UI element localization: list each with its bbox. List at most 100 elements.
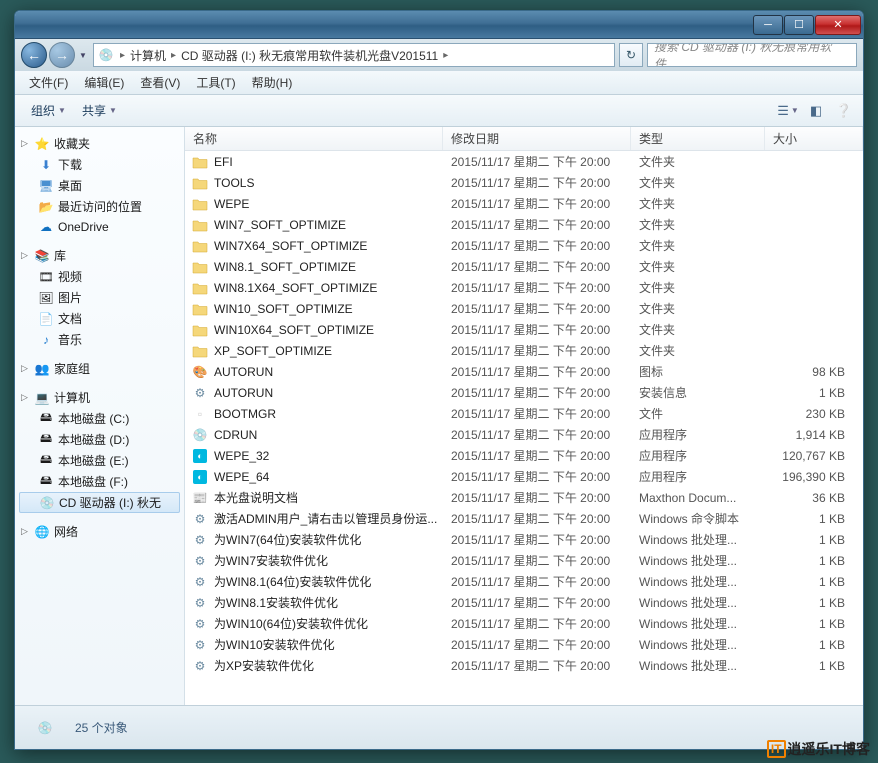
file-name: 为WIN7安装软件优化 (214, 552, 328, 569)
file-row[interactable]: WIN7_SOFT_OPTIMIZE2015/11/17 星期二 下午 20:0… (185, 214, 863, 235)
breadcrumb-arrow-icon[interactable]: ▸ (118, 50, 127, 61)
refresh-button[interactable]: ↻ (619, 43, 643, 67)
breadcrumb-arrow-icon[interactable]: ▸ (441, 50, 450, 61)
sidebar-item-documents[interactable]: 📄文档 (15, 308, 184, 329)
document-icon: 📄 (37, 311, 55, 327)
file-row[interactable]: 💿CDRUN2015/11/17 星期二 下午 20:00应用程序1,914 K… (185, 424, 863, 445)
breadcrumb-computer[interactable]: 计算机 (127, 47, 169, 64)
file-row[interactable]: ▫BOOTMGR2015/11/17 星期二 下午 20:00文件230 KB (185, 403, 863, 424)
view-options-button[interactable]: ☰▼ (777, 101, 799, 121)
nav-back-button[interactable]: ← (21, 42, 47, 68)
file-row[interactable]: ⚙为WIN7(64位)安装软件优化2015/11/17 星期二 下午 20:00… (185, 529, 863, 550)
file-date: 2015/11/17 星期二 下午 20:00 (443, 405, 631, 422)
file-row[interactable]: WIN10X64_SOFT_OPTIMIZE2015/11/17 星期二 下午 … (185, 319, 863, 340)
file-icon: ◐ (191, 448, 209, 464)
breadcrumb-drive[interactable]: CD 驱动器 (I:) 秋无痕常用软件装机光盘V201511 (178, 47, 441, 64)
sidebar-item-recent[interactable]: 📂最近访问的位置 (15, 196, 184, 217)
file-date: 2015/11/17 星期二 下午 20:00 (443, 216, 631, 233)
file-row[interactable]: ◐WEPE_322015/11/17 星期二 下午 20:00应用程序120,7… (185, 445, 863, 466)
file-size: 1,914 KB (765, 428, 863, 442)
sidebar-item-videos[interactable]: 🎞视频 (15, 266, 184, 287)
file-row[interactable]: WEPE2015/11/17 星期二 下午 20:00文件夹 (185, 193, 863, 214)
file-date: 2015/11/17 星期二 下午 20:00 (443, 363, 631, 380)
sidebar-item-onedrive[interactable]: ☁OneDrive (15, 217, 184, 237)
file-date: 2015/11/17 星期二 下午 20:00 (443, 258, 631, 275)
address-bar[interactable]: 💿 ▸ 计算机 ▸ CD 驱动器 (I:) 秋无痕常用软件装机光盘V201511… (93, 43, 615, 67)
file-row[interactable]: WIN8.1_SOFT_OPTIMIZE2015/11/17 星期二 下午 20… (185, 256, 863, 277)
column-header-date[interactable]: 修改日期 (443, 127, 631, 150)
navigation-pane[interactable]: ▷⭐收藏夹 ⬇下载 🖥桌面 📂最近访问的位置 ☁OneDrive ▷📚库 🎞视频… (15, 127, 185, 705)
sidebar-item-drive-e[interactable]: 🖴本地磁盘 (E:) (15, 450, 184, 471)
nav-forward-button[interactable]: → (49, 42, 75, 68)
search-input[interactable]: 搜索 CD 驱动器 (I:) 秋无痕常用软件... (647, 43, 857, 67)
help-button[interactable]: ❔ (833, 101, 855, 121)
sidebar-item-downloads[interactable]: ⬇下载 (15, 154, 184, 175)
sidebar-item-music[interactable]: ♪音乐 (15, 329, 184, 350)
file-row[interactable]: WIN7X64_SOFT_OPTIMIZE2015/11/17 星期二 下午 2… (185, 235, 863, 256)
preview-pane-button[interactable]: ◧ (805, 101, 827, 121)
column-header-name[interactable]: 名称 (185, 127, 443, 150)
file-date: 2015/11/17 星期二 下午 20:00 (443, 384, 631, 401)
file-icon (191, 280, 209, 296)
sidebar-computer-header[interactable]: ▷💻计算机 (15, 387, 184, 408)
cd-drive-icon: 💿 (98, 47, 114, 63)
share-button[interactable]: 共享▼ (74, 98, 125, 123)
file-row[interactable]: ⚙为WIN7安装软件优化2015/11/17 星期二 下午 20:00Windo… (185, 550, 863, 571)
file-row[interactable]: TOOLS2015/11/17 星期二 下午 20:00文件夹 (185, 172, 863, 193)
sidebar-item-drive-d[interactable]: 🖴本地磁盘 (D:) (15, 429, 184, 450)
titlebar[interactable]: ─ ☐ ✕ (15, 11, 863, 39)
sidebar-favorites-header[interactable]: ▷⭐收藏夹 (15, 133, 184, 154)
column-header-size[interactable]: 大小 (765, 127, 863, 150)
sidebar-item-pictures[interactable]: 🖼图片 (15, 287, 184, 308)
sidebar-homegroup-header[interactable]: ▷👥家庭组 (15, 358, 184, 379)
status-bar: 💿 25 个对象 (15, 705, 863, 749)
sidebar-item-desktop[interactable]: 🖥桌面 (15, 175, 184, 196)
minimize-button[interactable]: ─ (753, 15, 783, 35)
file-row[interactable]: ⚙激活ADMIN用户_请右击以管理员身份运...2015/11/17 星期二 下… (185, 508, 863, 529)
file-name: 本光盘说明文档 (214, 489, 298, 506)
sidebar-network-header[interactable]: ▷🌐网络 (15, 521, 184, 542)
file-icon: ⚙ (191, 532, 209, 548)
menu-tools[interactable]: 工具(T) (188, 72, 243, 93)
sidebar-item-drive-f[interactable]: 🖴本地磁盘 (F:) (15, 471, 184, 492)
file-row[interactable]: 📰本光盘说明文档2015/11/17 星期二 下午 20:00Maxthon D… (185, 487, 863, 508)
file-row[interactable]: EFI2015/11/17 星期二 下午 20:00文件夹 (185, 151, 863, 172)
file-list[interactable]: EFI2015/11/17 星期二 下午 20:00文件夹TOOLS2015/1… (185, 151, 863, 705)
column-header-type[interactable]: 类型 (631, 127, 765, 150)
sidebar-item-drive-c[interactable]: 🖴本地磁盘 (C:) (15, 408, 184, 429)
file-date: 2015/11/17 星期二 下午 20:00 (443, 447, 631, 464)
file-row[interactable]: WIN10_SOFT_OPTIMIZE2015/11/17 星期二 下午 20:… (185, 298, 863, 319)
menu-file[interactable]: 文件(F) (21, 72, 76, 93)
file-date: 2015/11/17 星期二 下午 20:00 (443, 300, 631, 317)
breadcrumb-arrow-icon[interactable]: ▸ (169, 50, 178, 61)
star-icon: ⭐ (33, 136, 51, 152)
file-row[interactable]: 🎨AUTORUN2015/11/17 星期二 下午 20:00图标98 KB (185, 361, 863, 382)
file-row[interactable]: ⚙为WIN10安装软件优化2015/11/17 星期二 下午 20:00Wind… (185, 634, 863, 655)
organize-button[interactable]: 组织▼ (23, 98, 74, 123)
file-row[interactable]: ⚙为XP安装软件优化2015/11/17 星期二 下午 20:00Windows… (185, 655, 863, 676)
file-row[interactable]: WIN8.1X64_SOFT_OPTIMIZE2015/11/17 星期二 下午… (185, 277, 863, 298)
desktop-icon: 🖥 (37, 178, 55, 194)
sidebar-libraries-header[interactable]: ▷📚库 (15, 245, 184, 266)
file-row[interactable]: ⚙AUTORUN2015/11/17 星期二 下午 20:00安装信息1 KB (185, 382, 863, 403)
menu-view[interactable]: 查看(V) (132, 72, 188, 93)
sidebar-item-cd-drive[interactable]: 💿CD 驱动器 (I:) 秋无 (19, 492, 180, 513)
file-size: 1 KB (765, 617, 863, 631)
file-row[interactable]: ⚙为WIN8.1(64位)安装软件优化2015/11/17 星期二 下午 20:… (185, 571, 863, 592)
file-name: 为WIN10(64位)安装软件优化 (214, 615, 368, 632)
file-name: 为WIN8.1(64位)安装软件优化 (214, 573, 371, 590)
menu-edit[interactable]: 编辑(E) (76, 72, 132, 93)
file-row[interactable]: ⚙为WIN8.1安装软件优化2015/11/17 星期二 下午 20:00Win… (185, 592, 863, 613)
nav-history-dropdown[interactable]: ▼ (77, 51, 89, 60)
maximize-button[interactable]: ☐ (784, 15, 814, 35)
file-icon: ⚙ (191, 637, 209, 653)
close-button[interactable]: ✕ (815, 15, 861, 35)
file-name: BOOTMGR (214, 407, 276, 421)
file-row[interactable]: XP_SOFT_OPTIMIZE2015/11/17 星期二 下午 20:00文… (185, 340, 863, 361)
file-name: EFI (214, 155, 233, 169)
status-count: 25 个对象 (75, 719, 128, 736)
file-row[interactable]: ⚙为WIN10(64位)安装软件优化2015/11/17 星期二 下午 20:0… (185, 613, 863, 634)
menu-help[interactable]: 帮助(H) (244, 72, 301, 93)
file-row[interactable]: ◐WEPE_642015/11/17 星期二 下午 20:00应用程序196,3… (185, 466, 863, 487)
file-name: WEPE (214, 197, 249, 211)
